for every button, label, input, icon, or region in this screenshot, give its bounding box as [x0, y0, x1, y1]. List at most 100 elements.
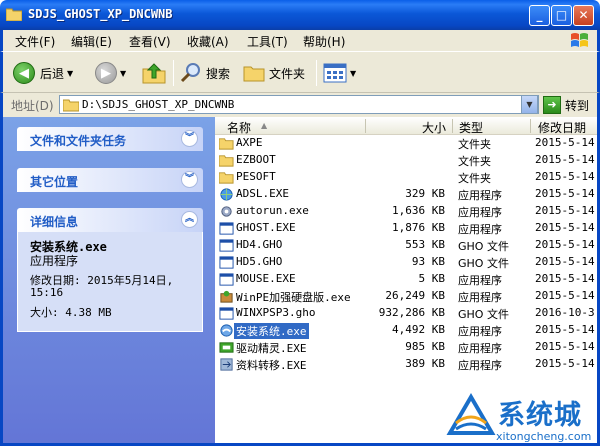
- file-size: 93 KB: [411, 255, 445, 268]
- file-date: 2015-5-14: [535, 272, 595, 285]
- forward-arrow-icon: ▶: [95, 62, 117, 84]
- file-name[interactable]: HD5.GHO: [236, 255, 282, 268]
- file-date: 2015-5-14: [535, 221, 595, 234]
- folder-icon: [219, 138, 234, 150]
- file-name[interactable]: 安装系统.exe: [234, 323, 309, 339]
- file-date: 2015-5-14: [535, 255, 595, 268]
- file-type: 应用程序: [458, 274, 502, 287]
- file-type: 应用程序: [458, 325, 502, 338]
- file-row[interactable]: EZBOOT 文件夹 2015-5-14: [215, 152, 597, 169]
- details-body: 安装系统.exe 应用程序 修改日期: 2015年5月14日, 15:16 大小…: [17, 232, 203, 332]
- watermark-text: 系统城: [498, 400, 582, 431]
- file-name[interactable]: autorun.exe: [236, 204, 309, 217]
- file-name[interactable]: AXPE: [236, 136, 263, 149]
- file-name[interactable]: GHOST.EXE: [236, 221, 296, 234]
- folder-icon: [219, 155, 234, 167]
- column-date[interactable]: 修改日期: [538, 119, 586, 136]
- menu-file[interactable]: 文件(F): [15, 33, 55, 50]
- file-name[interactable]: EZBOOT: [236, 153, 276, 166]
- file-row[interactable]: GHOST.EXE 1,876 KB 应用程序 2015-5-14: [215, 220, 597, 237]
- panel-file-tasks[interactable]: 文件和文件夹任务 ︾: [17, 127, 203, 151]
- menu-edit[interactable]: 编辑(E): [71, 33, 112, 50]
- panel-title: 其它位置: [30, 175, 79, 189]
- file-size: 389 KB: [405, 357, 445, 370]
- file-type: 应用程序: [458, 342, 502, 355]
- maximize-button[interactable]: □: [551, 5, 572, 26]
- folders-button[interactable]: 文件夹: [243, 60, 305, 86]
- detail-modified-time: 15:16: [30, 286, 64, 299]
- address-dropdown-button[interactable]: ▼: [521, 95, 538, 114]
- file-name[interactable]: 资料转移.EXE: [236, 357, 307, 373]
- search-label: 搜索: [206, 66, 231, 81]
- file-date: 2015-5-14: [535, 340, 595, 353]
- go-button[interactable]: ➜ 转到: [543, 96, 589, 114]
- toolbar: ◀ 后退 ▼ ▶ ▼ 搜索 文件夹 ▼: [0, 51, 600, 93]
- panel-other-places[interactable]: 其它位置 ︾: [17, 168, 203, 192]
- file-size: 26,249 KB: [385, 289, 445, 302]
- file-row[interactable]: AXPE 文件夹 2015-5-14: [215, 135, 597, 152]
- menu-tools[interactable]: 工具(T): [247, 33, 288, 50]
- file-row[interactable]: ADSL.EXE 329 KB 应用程序 2015-5-14: [215, 186, 597, 203]
- driver-icon: [219, 342, 234, 353]
- search-button[interactable]: 搜索: [180, 60, 230, 86]
- file-name[interactable]: ADSL.EXE: [236, 187, 289, 200]
- panel-title: 文件和文件夹任务: [30, 134, 127, 148]
- chevron-down-icon: ▼: [120, 68, 127, 78]
- file-row[interactable]: WINXPSP3.gho 932,286 KB GHO 文件 2016-10-3: [215, 305, 597, 322]
- file-name[interactable]: PESOFT: [236, 170, 276, 183]
- file-row[interactable]: 驱动精灵.EXE 985 KB 应用程序 2015-5-14: [215, 339, 597, 356]
- file-type: 应用程序: [458, 291, 502, 304]
- chevron-down-icon[interactable]: ︾: [181, 130, 198, 147]
- windows-logo-icon: [571, 33, 588, 47]
- views-icon: [323, 63, 347, 83]
- file-date: 2015-5-14: [535, 170, 595, 183]
- column-divider[interactable]: [530, 119, 531, 133]
- column-size[interactable]: 大小: [422, 119, 446, 136]
- menu-view[interactable]: 查看(V): [129, 33, 171, 50]
- title-bar[interactable]: SDJS_GHOST_XP_DNCWNB _ □ ✕: [0, 0, 600, 30]
- file-name[interactable]: 驱动精灵.EXE: [236, 340, 307, 356]
- menu-help[interactable]: 帮助(H): [303, 33, 345, 50]
- up-folder-button[interactable]: [142, 60, 166, 86]
- views-button[interactable]: ▼: [323, 60, 356, 86]
- file-size: 985 KB: [405, 340, 445, 353]
- file-row[interactable]: PESOFT 文件夹 2015-5-14: [215, 169, 597, 186]
- column-name[interactable]: 名称: [227, 119, 251, 136]
- forward-button[interactable]: ▶ ▼: [95, 60, 126, 86]
- file-row[interactable]: HD5.GHO 93 KB GHO 文件 2015-5-14: [215, 254, 597, 271]
- file-type: 应用程序: [458, 223, 502, 236]
- menu-favorites[interactable]: 收藏(A): [187, 33, 229, 50]
- file-row[interactable]: HD4.GHO 553 KB GHO 文件 2015-5-14: [215, 237, 597, 254]
- file-name[interactable]: MOUSE.EXE: [236, 272, 296, 285]
- file-size: 5 KB: [418, 272, 446, 285]
- toolbar-separator: [316, 60, 317, 86]
- address-input[interactable]: D:\SDJS_GHOST_XP_DNCWNB: [59, 95, 539, 114]
- column-divider[interactable]: [365, 119, 366, 133]
- file-date: 2015-5-14: [535, 238, 595, 251]
- file-row[interactable]: 资料转移.EXE 389 KB 应用程序 2015-5-14: [215, 356, 597, 373]
- file-row[interactable]: autorun.exe 1,636 KB 应用程序 2015-5-14: [215, 203, 597, 220]
- chevron-down-icon[interactable]: ︾: [181, 171, 198, 188]
- file-row[interactable]: 安装系统.exe 4,492 KB 应用程序 2015-5-14: [215, 322, 597, 339]
- file-size: 932,286 KB: [378, 306, 445, 319]
- file-date: 2015-5-14: [535, 289, 595, 302]
- file-name[interactable]: HD4.GHO: [236, 238, 282, 251]
- column-type[interactable]: 类型: [459, 119, 483, 136]
- close-button[interactable]: ✕: [573, 5, 594, 26]
- file-row[interactable]: WinPE加强硬盘版.exe 26,249 KB 应用程序 2015-5-14: [215, 288, 597, 305]
- file-date: 2016-10-3: [535, 306, 595, 319]
- file-name[interactable]: WinPE加强硬盘版.exe: [236, 289, 351, 305]
- chevron-up-icon[interactable]: ︽: [181, 211, 198, 228]
- toolbar-separator: [173, 60, 174, 86]
- column-divider[interactable]: [452, 119, 453, 133]
- panel-details[interactable]: 详细信息 ︽: [17, 208, 203, 232]
- file-size: 1,636 KB: [392, 204, 445, 217]
- back-button[interactable]: ◀ 后退 ▼: [13, 60, 73, 86]
- panel-title: 详细信息: [30, 215, 79, 229]
- minimize-button[interactable]: _: [529, 5, 550, 26]
- sort-arrow-icon: ▲: [261, 121, 268, 130]
- file-name[interactable]: WINXPSP3.gho: [236, 306, 315, 319]
- column-header: 名称 ▲ 大小 类型 修改日期: [215, 117, 597, 136]
- menu-bar: 文件(F) 编辑(E) 查看(V) 收藏(A) 工具(T) 帮助(H): [0, 30, 600, 51]
- file-row[interactable]: MOUSE.EXE 5 KB 应用程序 2015-5-14: [215, 271, 597, 288]
